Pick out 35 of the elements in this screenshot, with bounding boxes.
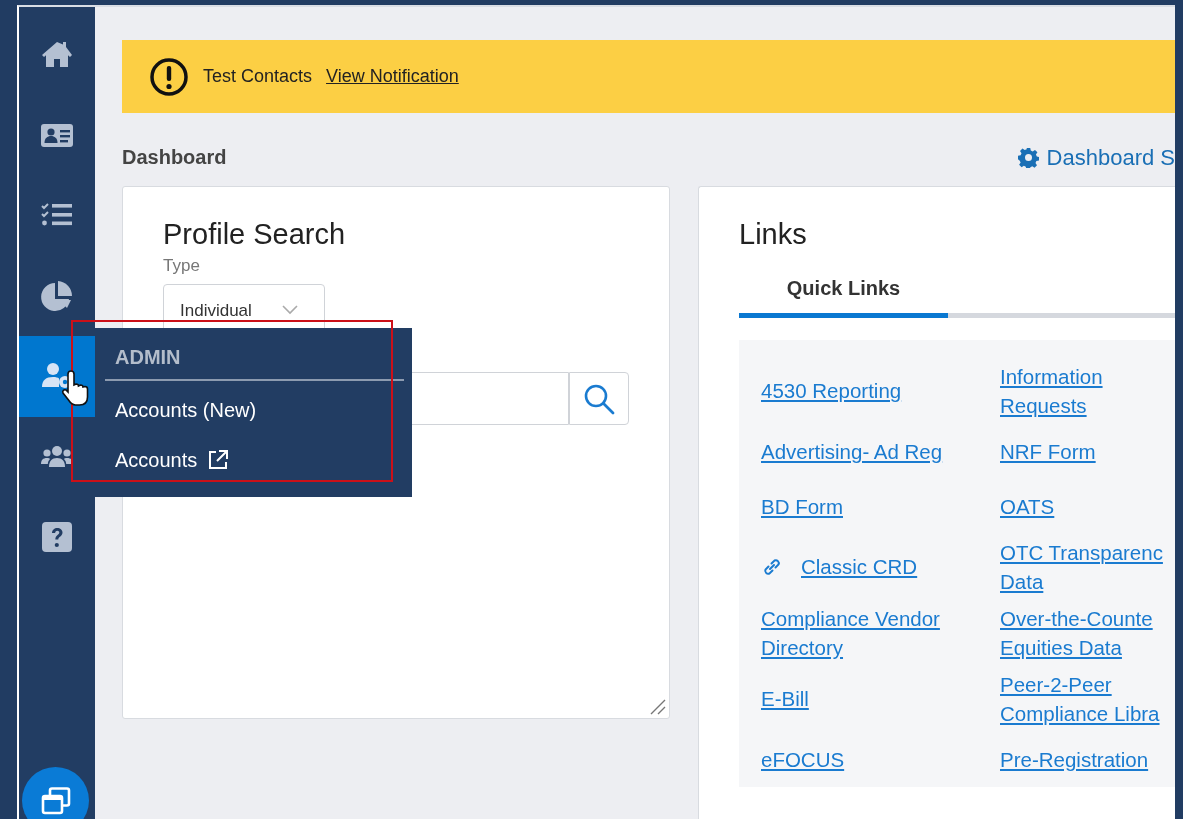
card-title: Profile Search <box>163 219 347 251</box>
page-title: Dashboard <box>122 145 227 170</box>
quick-link[interactable]: Compliance Vendor Directory <box>761 603 1000 662</box>
tab[interactable]: Quick Links <box>739 264 948 318</box>
quick-link[interactable]: NRF Form <box>1000 436 1096 466</box>
quick-link[interactable]: E-Bill <box>761 684 809 714</box>
quick-link[interactable]: Peer-2-Peer Compliance Libra <box>1000 669 1175 728</box>
quick-link[interactable]: OTC Transparenc Data <box>1000 537 1175 596</box>
quick-link[interactable]: OATS <box>1000 491 1055 521</box>
menu-item[interactable]: Accounts (New) <box>105 385 404 435</box>
pie-chart-icon <box>40 278 74 313</box>
field-label: Type <box>163 254 201 277</box>
notification-text: Test Contacts <box>203 65 313 88</box>
quick-link[interactable]: Pre-Registration <box>1000 744 1149 774</box>
quick-link[interactable]: Information Requests <box>1000 361 1175 420</box>
menu-item[interactable]: Accounts <box>105 435 404 485</box>
quick-link[interactable]: eFOCUS <box>761 744 845 774</box>
menu-heading: ADMIN <box>105 328 404 381</box>
settings-icon <box>1017 146 1039 168</box>
windows-icon <box>40 787 71 815</box>
chevron-down-icon <box>281 305 298 316</box>
quick-link[interactable]: Classic CRD <box>801 552 918 582</box>
search-icon <box>583 382 615 415</box>
warning-icon <box>149 56 189 97</box>
card-title: Links <box>739 219 808 251</box>
quick-link[interactable]: BD Form <box>761 491 843 521</box>
quick-link[interactable]: Advertising- Ad Reg <box>761 436 943 466</box>
quick-link[interactable]: Over-the-Counte Equities Data <box>1000 603 1175 662</box>
quick-link[interactable]: 4530 Reporting <box>761 376 902 406</box>
view-notification-link[interactable]: View Notification <box>326 63 459 90</box>
resize-grip-icon[interactable] <box>648 697 666 715</box>
external-link-icon <box>207 449 230 471</box>
search-button[interactable] <box>569 372 629 426</box>
help-icon <box>40 520 74 555</box>
dashboard-settings-link[interactable]: Dashboard S <box>1017 140 1175 174</box>
